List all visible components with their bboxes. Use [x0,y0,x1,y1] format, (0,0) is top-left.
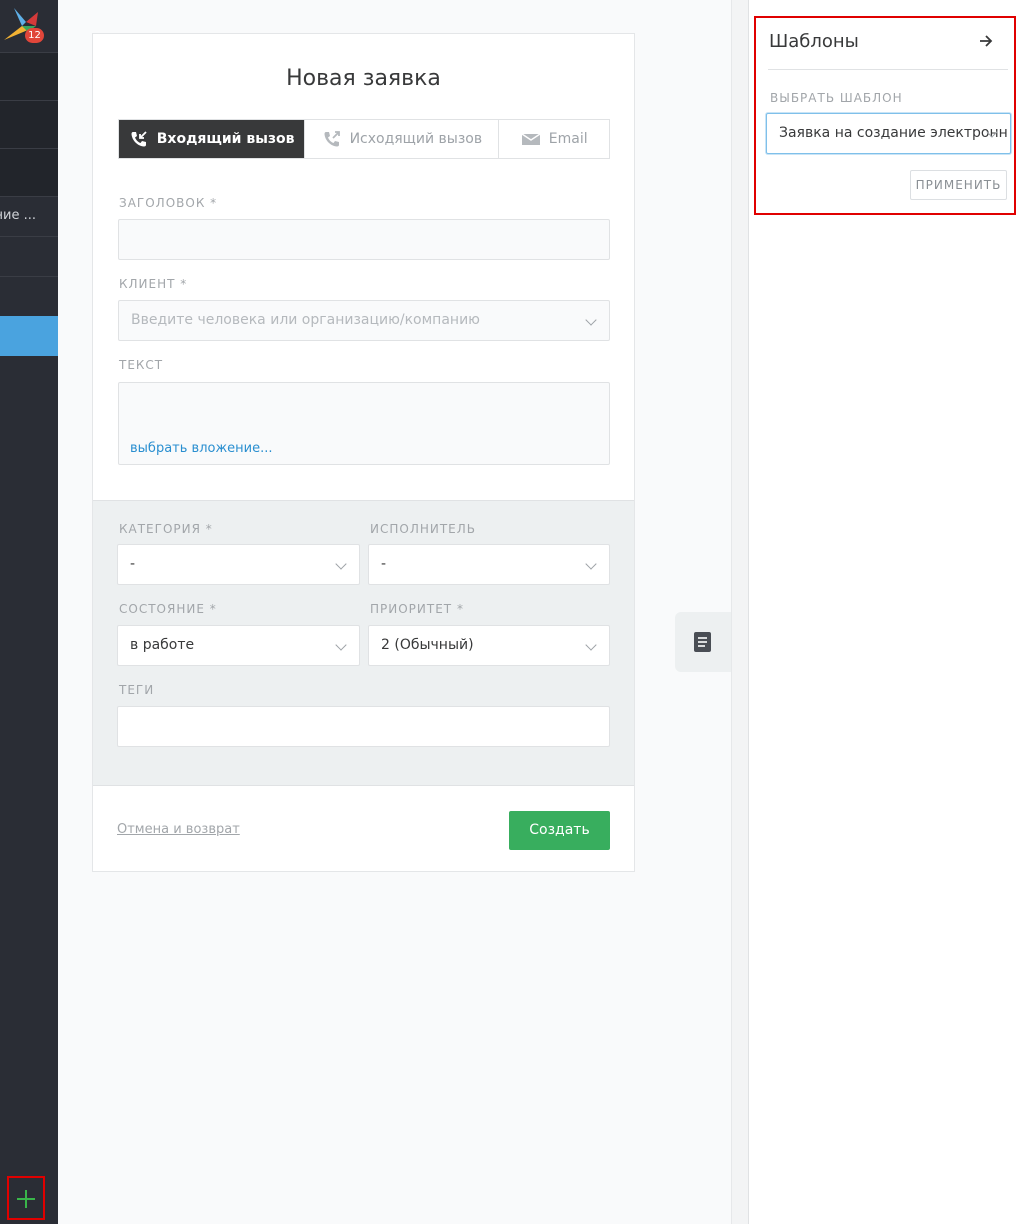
nav-item-recent-ticket[interactable]: ние ... [0,196,58,236]
new-ticket-form: Новая заявка Входящий вызов Исходящий вы… [92,33,635,872]
nav-item-6[interactable] [0,276,58,316]
tags-input[interactable] [117,706,610,747]
templates-sidebar-toggle[interactable] [675,612,731,672]
priority-label: ПРИОРИТЕТ * [370,602,464,616]
attach-file-link[interactable]: выбрать вложение... [130,441,273,456]
tab-outgoing-call[interactable]: Исходящий вызов [304,120,498,158]
scrollbar[interactable] [731,0,748,1224]
ticket-type-tabs: Входящий вызов Исходящий вызов Email [118,119,610,159]
chevron-down-icon [335,558,347,570]
notification-badge[interactable]: 12 [25,28,44,43]
chevron-down-icon [585,639,597,651]
nav-item-1[interactable] [0,52,58,100]
text-label: ТЕКСТ [119,358,164,372]
create-button[interactable]: Создать [509,811,610,850]
arrow-right-icon[interactable] [979,33,993,49]
category-select[interactable]: - [117,544,360,585]
template-select[interactable]: Заявка на создание электронн [766,113,1011,154]
category-value: - [130,556,136,572]
page-title: Новая заявка [286,66,441,91]
text-input[interactable]: выбрать вложение... [118,382,610,465]
main-navigation: 12 ние ... [0,0,58,1224]
nav-item-2[interactable] [0,100,58,148]
nav-item-label: ние ... [0,208,36,223]
tab-email[interactable]: Email [498,120,609,158]
cancel-link[interactable]: Отмена и возврат [117,822,240,837]
state-select[interactable]: в работе [117,625,360,666]
customer-placeholder: Введите человека или организацию/компани… [131,312,480,328]
envelope-icon [521,133,541,145]
subject-input[interactable] [118,219,610,260]
tab-incoming-call[interactable]: Входящий вызов [119,120,305,158]
templates-title: Шаблоны [769,31,859,52]
select-template-label: ВЫБРАТЬ ШАБЛОН [770,91,903,105]
plus-icon [16,1189,36,1209]
apply-template-button[interactable]: ПРИМЕНИТЬ [910,170,1007,200]
category-label: КАТЕГОРИЯ * [119,522,213,536]
priority-select[interactable]: 2 (Обычный) [368,625,610,666]
bird-logo-icon [4,8,38,40]
subject-label: ЗАГОЛОВОК * [119,196,218,210]
chevron-down-icon [585,558,597,570]
tab-label: Входящий вызов [156,131,295,147]
app-logo[interactable]: 12 [0,0,58,52]
state-value: в работе [130,637,195,653]
priority-value: 2 (Обычный) [381,637,474,653]
owner-value: - [381,556,387,572]
nav-item-5[interactable] [0,236,58,276]
chevron-down-icon [585,314,597,326]
phone-incoming-icon [131,131,147,147]
new-ticket-button[interactable] [7,1176,45,1220]
phone-outgoing-icon [324,131,340,147]
nav-item-active[interactable] [0,316,58,356]
tab-label: Исходящий вызов [349,131,483,147]
customer-label: КЛИЕНТ * [119,277,188,291]
tab-label: Email [548,131,588,147]
tags-label: ТЕГИ [119,683,155,697]
nav-item-3[interactable] [0,148,58,196]
state-label: СОСТОЯНИЕ * [119,602,217,616]
owner-select[interactable]: - [368,544,610,585]
customer-select[interactable]: Введите человека или организацию/компани… [118,300,610,341]
document-icon [694,632,711,652]
owner-label: ИСПОЛНИТЕЛЬ [370,522,477,536]
templates-panel: Шаблоны ВЫБРАТЬ ШАБЛОН Заявка на создани… [748,0,1023,1224]
ticket-attributes-section: КАТЕГОРИЯ * - ИСПОЛНИТЕЛЬ - СОСТОЯНИЕ * … [93,500,634,786]
chevron-down-icon [335,639,347,651]
template-value: Заявка на создание электронн [779,125,1008,141]
divider [768,69,1008,70]
